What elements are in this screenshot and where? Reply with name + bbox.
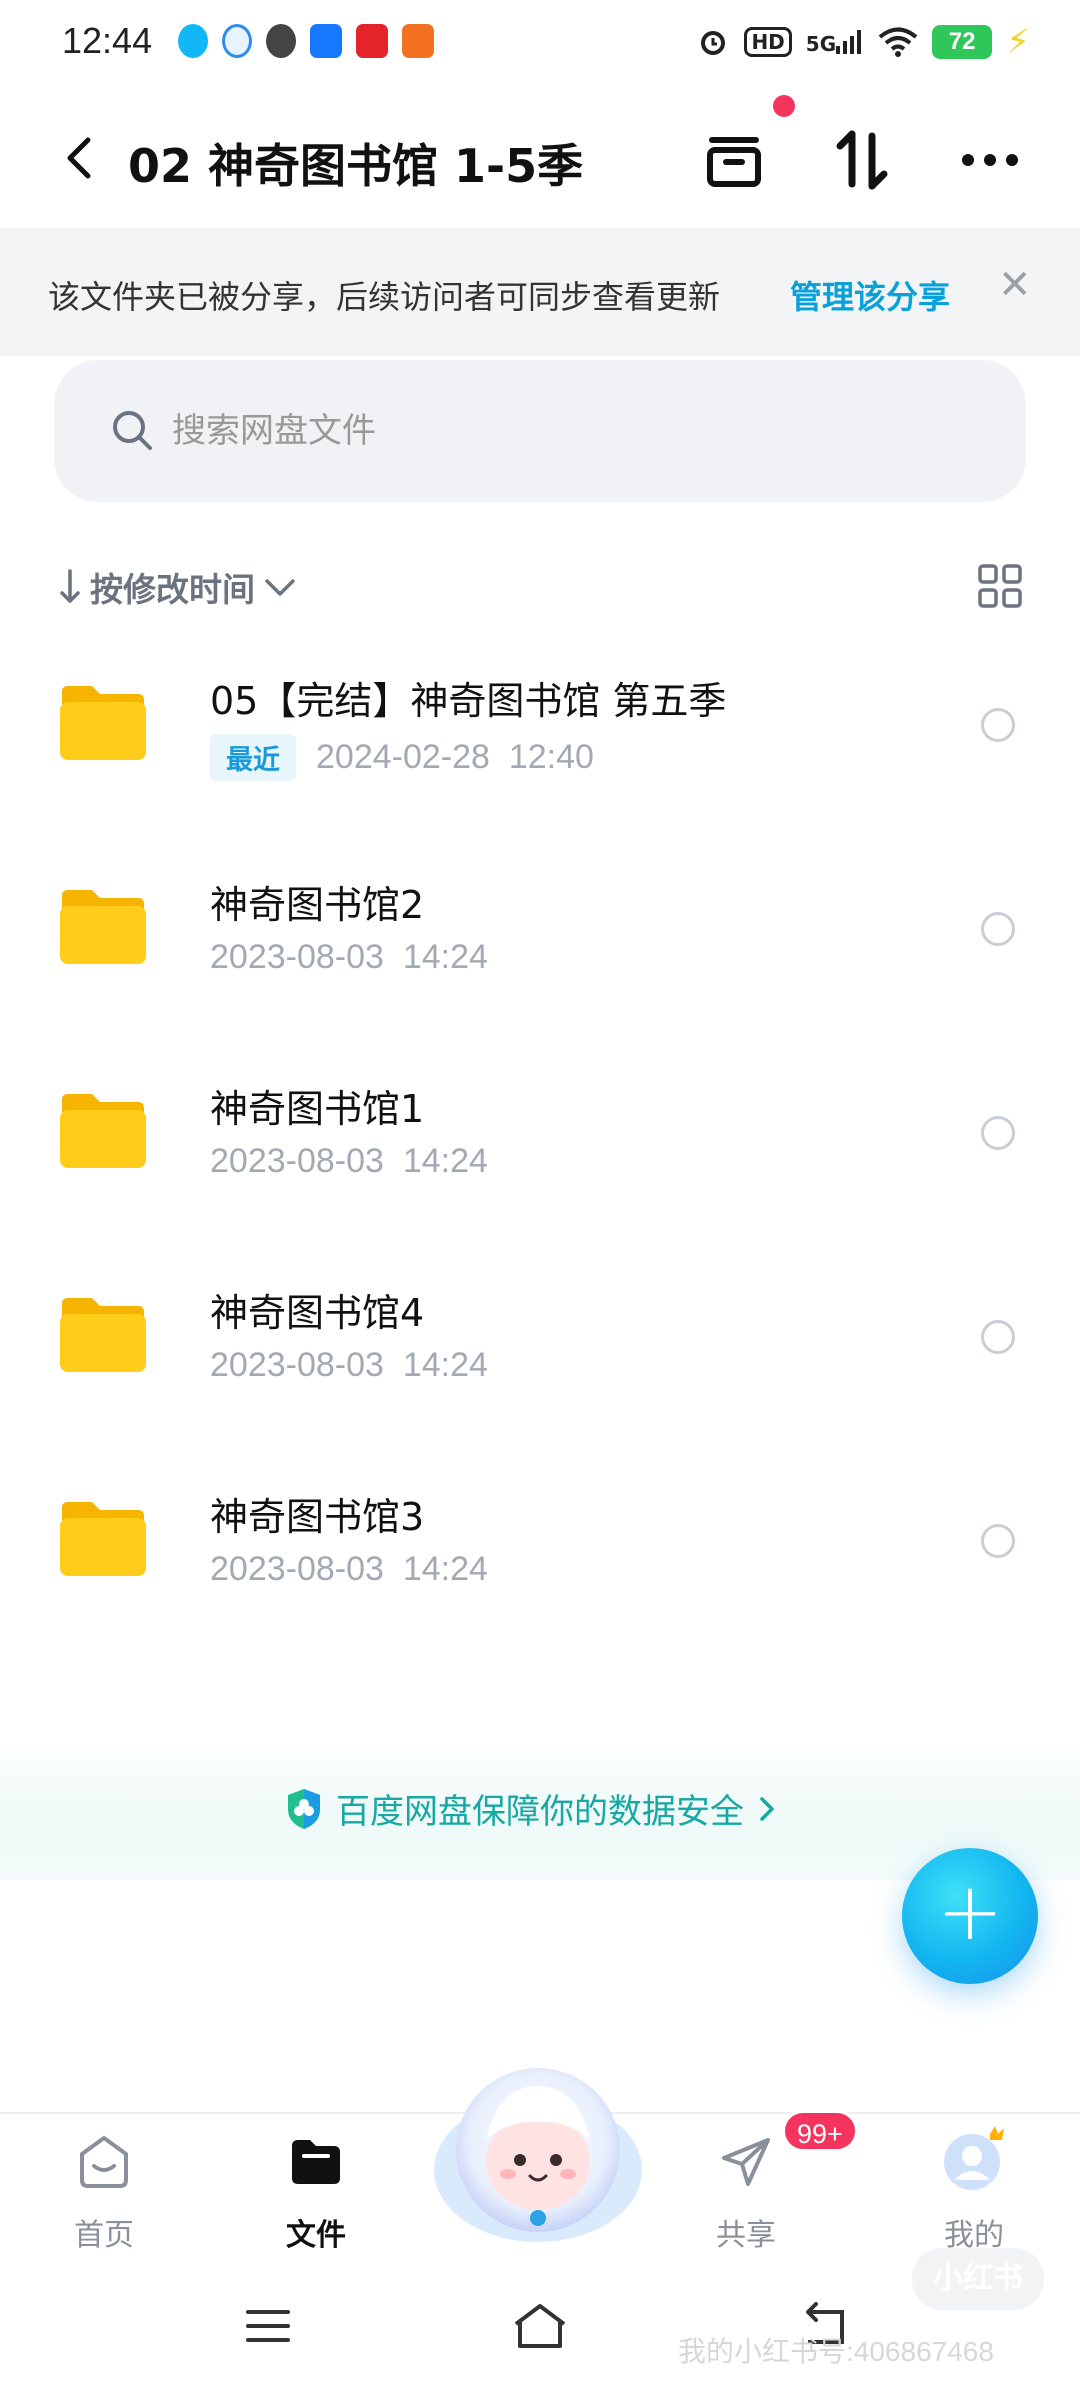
file-name: 神奇图书馆3	[210, 1495, 425, 1539]
file-time: 14:24	[402, 1142, 488, 1180]
grid-view-icon[interactable]	[976, 562, 1024, 610]
more-icon[interactable]	[950, 120, 1030, 200]
search-input[interactable]	[172, 408, 872, 454]
file-row[interactable]: 神奇图书馆3 2023-08-03 14:24	[0, 1456, 1080, 1660]
tab-share-label: 共享	[716, 2218, 776, 2253]
shopping-app-icon	[356, 24, 388, 58]
baidu-netdisk-icon	[222, 24, 252, 58]
game-app-icon	[402, 24, 434, 58]
sort-label: 按修改时间	[90, 570, 255, 609]
alipay-icon	[310, 24, 342, 58]
file-meta: 2023-08-03 14:24	[210, 1142, 488, 1181]
avatar	[944, 2126, 1004, 2190]
file-date: 2024-02-28	[316, 738, 490, 776]
status-right: HD 5G 72 ⚡	[696, 22, 1030, 62]
charging-icon: ⚡	[1006, 22, 1030, 62]
share-badge: 99+	[782, 2110, 858, 2152]
tab-home[interactable]: 首页	[24, 2114, 184, 2264]
arrow-down-icon	[60, 569, 80, 603]
plus-icon: +	[936, 1865, 1004, 1958]
manage-share-link[interactable]: 管理该分享	[790, 272, 950, 318]
home-nav-icon[interactable]	[510, 2302, 570, 2350]
file-time: 14:24	[402, 1550, 488, 1588]
add-button[interactable]: +	[902, 1848, 1038, 1984]
file-date: 2023-08-03	[210, 1142, 384, 1180]
file-name: 神奇图书馆4	[210, 1291, 425, 1335]
file-date: 2023-08-03	[210, 1346, 384, 1384]
folder-icon	[60, 1502, 146, 1576]
select-checkbox[interactable]	[981, 1116, 1015, 1150]
file-meta: 2023-08-03 14:24	[210, 1346, 488, 1385]
app-header: 02 神奇图书馆 1-5季	[0, 100, 1080, 220]
share-banner: 该文件夹已被分享，后续访问者可同步查看更新 管理该分享 ✕	[0, 228, 1080, 356]
share-banner-text: 该文件夹已被分享，后续访问者可同步查看更新	[48, 278, 721, 316]
network-type: 5G	[805, 32, 837, 56]
file-time: 12:40	[508, 738, 594, 776]
back-icon[interactable]	[50, 128, 110, 188]
watermark: 我的小红书号:406867468	[678, 2336, 994, 2367]
security-notice-content: 百度网盘保障你的数据安全	[284, 1784, 778, 1833]
file-meta: 2023-08-03 14:24	[210, 938, 488, 977]
xiaohongshu-logo: 小红书	[912, 2248, 1044, 2310]
shield-icon	[288, 1788, 320, 1829]
recent-tag: 最近	[210, 734, 296, 781]
select-checkbox[interactable]	[981, 708, 1015, 742]
tab-files-label: 文件	[286, 2218, 346, 2253]
cellular-signal-icon: 5G	[806, 30, 864, 54]
file-name: 神奇图书馆2	[210, 883, 425, 927]
hd-icon: HD	[744, 27, 792, 57]
folder-icon	[60, 890, 146, 964]
status-time: 12:44	[62, 20, 153, 61]
folder-icon	[60, 686, 146, 760]
notification-dot	[773, 95, 795, 117]
file-time: 14:24	[402, 938, 488, 976]
transfer-list-icon[interactable]	[694, 120, 774, 200]
battery-icon: 72	[932, 25, 993, 59]
qq-icon	[178, 24, 208, 58]
security-text: 百度网盘保障你的数据安全	[336, 1792, 744, 1832]
file-time: 14:24	[402, 1346, 488, 1384]
folder-icon	[60, 1094, 146, 1168]
file-date: 2023-08-03	[210, 1550, 384, 1588]
chevron-right-icon	[760, 1796, 774, 1821]
mascot-icon[interactable]	[428, 2050, 648, 2250]
sort-selector[interactable]: 按修改时间	[58, 562, 297, 612]
menu-icon[interactable]	[244, 2306, 292, 2346]
select-checkbox[interactable]	[981, 1524, 1015, 1558]
file-row[interactable]: 神奇图书馆4 2023-08-03 14:24	[0, 1252, 1080, 1456]
file-row[interactable]: 神奇图书馆1 2023-08-03 14:24	[0, 1048, 1080, 1252]
close-icon[interactable]: ✕	[998, 262, 1032, 308]
search-bar[interactable]	[54, 360, 1026, 502]
notification-icons	[178, 24, 434, 58]
tab-mine[interactable]: 我的	[894, 2114, 1054, 2264]
status-bar: 12:44 HD 5G 72 ⚡	[0, 0, 1080, 88]
file-meta: 2023-08-03 14:24	[210, 1550, 488, 1589]
file-meta: 最近 2024-02-28 12:40	[210, 734, 594, 781]
file-row[interactable]: 神奇图书馆2 2023-08-03 14:24	[0, 844, 1080, 1048]
page-title: 02 神奇图书馆 1-5季	[128, 139, 584, 193]
file-name: 神奇图书馆1	[210, 1087, 425, 1131]
sort-icon[interactable]	[822, 120, 902, 200]
tab-files[interactable]: 文件	[236, 2114, 396, 2264]
home-icon	[80, 2136, 128, 2188]
file-row[interactable]: 05【完结】神奇图书馆 第五季 最近 2024-02-28 12:40	[0, 640, 1080, 844]
folder-tab-icon	[292, 2140, 340, 2184]
file-date: 2023-08-03	[210, 938, 384, 976]
select-checkbox[interactable]	[981, 1320, 1015, 1354]
alarm-icon	[701, 31, 726, 55]
tab-home-label: 首页	[74, 2218, 134, 2253]
wifi-icon	[878, 27, 918, 57]
search-icon	[113, 411, 152, 450]
select-checkbox[interactable]	[981, 912, 1015, 946]
send-icon	[722, 2138, 770, 2186]
folder-icon	[60, 1298, 146, 1372]
file-name: 05【完结】神奇图书馆 第五季	[210, 679, 727, 723]
chevron-down-icon	[265, 579, 295, 596]
message-icon	[266, 24, 296, 58]
